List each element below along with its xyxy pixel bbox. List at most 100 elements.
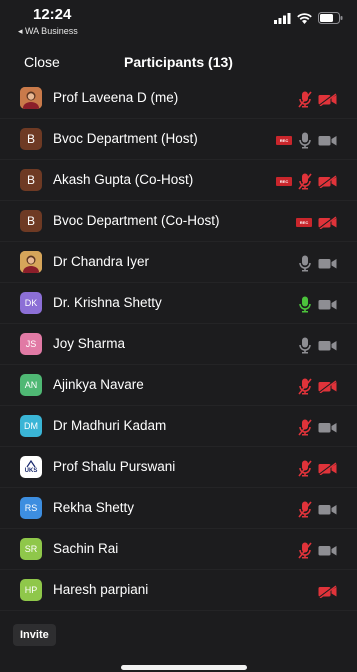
participant-row[interactable]: DK Dr. Krishna Shetty: [0, 283, 357, 324]
participant-name: Ajinkya Navare: [53, 377, 144, 392]
participant-name: Dr Madhuri Kadam: [53, 418, 167, 433]
participant-row[interactable]: B Bvoc Department (Host) REC: [0, 119, 357, 160]
video-off-icon: [318, 174, 337, 188]
participant-name: Dr Chandra Iyer: [53, 254, 150, 269]
participant-status-icons: REC: [276, 131, 337, 149]
participant-avatar: B: [20, 210, 42, 232]
participant-row[interactable]: UKS Prof Shalu Purswani: [0, 447, 357, 488]
mic-muted-icon: [298, 173, 312, 190]
participant-avatar: SR: [20, 538, 42, 560]
video-icon: [318, 503, 337, 516]
avatar-initials: JS: [25, 339, 37, 349]
participant-avatar: B: [20, 128, 42, 150]
video-off-icon: [318, 584, 337, 598]
video-icon: [318, 339, 337, 352]
mic-icon: [298, 255, 312, 272]
participant-avatar: [20, 87, 42, 109]
mic-icon: [298, 132, 312, 149]
participant-row[interactable]: AN Ajinkya Navare: [0, 365, 357, 406]
footer: Invite: [0, 618, 357, 672]
status-time: 12:24: [33, 6, 72, 23]
recording-badge: REC: [296, 217, 312, 227]
video-icon: [318, 298, 337, 311]
participant-avatar: B: [20, 169, 42, 191]
mic-muted-icon: [298, 91, 312, 108]
video-icon: [318, 544, 337, 557]
participant-row[interactable]: B Akash Gupta (Co-Host) REC: [0, 160, 357, 201]
participant-name: Prof Shalu Purswani: [53, 459, 176, 474]
participant-name: Prof Laveena D (me): [53, 90, 179, 105]
participant-avatar: UKS: [20, 456, 42, 478]
participant-name: Akash Gupta (Co-Host): [53, 172, 194, 187]
participant-row[interactable]: JS Joy Sharma: [0, 324, 357, 365]
avatar-initials: HP: [24, 585, 38, 595]
participant-row[interactable]: Prof Laveena D (me): [0, 78, 357, 119]
participant-status-icons: [318, 582, 337, 600]
video-off-icon: [318, 215, 337, 229]
mic-muted-icon: [298, 378, 312, 395]
mic-icon: [298, 337, 312, 354]
participant-status-icons: [298, 418, 337, 436]
participant-name: Bvoc Department (Host): [53, 131, 198, 146]
cellular-signal-icon: [274, 12, 291, 24]
back-to-app-link[interactable]: ◂ WA Business: [18, 26, 78, 37]
participant-row[interactable]: Dr Chandra Iyer: [0, 242, 357, 283]
participant-status-icons: [298, 336, 337, 354]
participant-avatar: [20, 251, 42, 273]
participant-row[interactable]: HP Haresh parpiani: [0, 570, 357, 611]
avatar-initials: DM: [24, 421, 38, 431]
mic-muted-icon: [298, 501, 312, 518]
participant-name: Dr. Krishna Shetty: [53, 295, 162, 310]
mic-icon: [298, 296, 312, 313]
wifi-icon: [297, 12, 312, 24]
avatar-initials: SR: [24, 544, 38, 554]
participant-name: Joy Sharma: [53, 336, 126, 351]
participant-name: Rekha Shetty: [53, 500, 135, 515]
home-indicator[interactable]: [121, 665, 247, 670]
participant-name: Haresh parpiani: [53, 582, 149, 597]
video-icon: [318, 134, 337, 147]
avatar-logo-text: UKS: [24, 468, 38, 474]
participant-status-icons: REC: [296, 213, 337, 231]
video-off-icon: [318, 379, 337, 393]
participant-status-icons: [298, 377, 337, 395]
avatar-initials: AN: [24, 380, 38, 390]
participant-status-icons: [298, 541, 337, 559]
participant-avatar: DM: [20, 415, 42, 437]
participant-status-icons: [298, 295, 337, 313]
avatar-initials: DK: [24, 298, 38, 308]
video-off-icon: [318, 461, 337, 475]
participant-name: Sachin Rai: [53, 541, 119, 556]
participant-avatar: DK: [20, 292, 42, 314]
mic-muted-icon: [298, 542, 312, 559]
recording-badge: REC: [276, 176, 292, 186]
participant-avatar: JS: [20, 333, 42, 355]
participant-status-icons: [298, 90, 337, 108]
page-title: Participants (13): [124, 54, 233, 70]
video-off-icon: [318, 92, 337, 106]
participant-status-icons: [298, 459, 337, 477]
participant-list: Prof Laveena D (me) B Bvoc Department (Hos…: [0, 78, 357, 611]
participant-row[interactable]: SR Sachin Rai: [0, 529, 357, 570]
participant-avatar: RS: [20, 497, 42, 519]
participant-name: Bvoc Department (Co-Host): [53, 213, 220, 228]
status-icons: [274, 12, 343, 24]
mic-muted-icon: [298, 419, 312, 436]
participant-row[interactable]: RS Rekha Shetty: [0, 488, 357, 529]
participant-status-icons: [298, 254, 337, 272]
participant-avatar: HP: [20, 579, 42, 601]
video-icon: [318, 421, 337, 434]
participant-status-icons: REC: [276, 172, 337, 190]
participants-header: Close Participants (13): [0, 46, 357, 78]
participant-row[interactable]: DM Dr Madhuri Kadam: [0, 406, 357, 447]
recording-badge: REC: [276, 135, 292, 145]
battery-icon: [318, 12, 343, 24]
avatar-initials: B: [26, 214, 35, 228]
avatar-initials: B: [26, 132, 35, 146]
invite-button[interactable]: Invite: [13, 624, 56, 646]
video-icon: [318, 257, 337, 270]
avatar-initials: B: [26, 173, 35, 187]
participant-row[interactable]: B Bvoc Department (Co-Host) REC: [0, 201, 357, 242]
status-bar: 12:24 ◂ WA Business: [0, 0, 357, 44]
participant-avatar: AN: [20, 374, 42, 396]
